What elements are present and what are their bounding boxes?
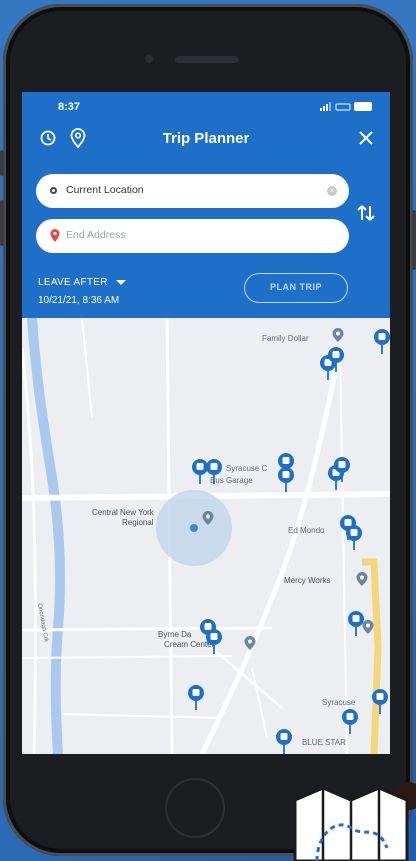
bus-stop-icon[interactable] bbox=[332, 456, 352, 482]
end-address-field[interactable]: End Address bbox=[36, 219, 349, 253]
map-pin-icon[interactable] bbox=[202, 511, 214, 525]
volume-up-button bbox=[0, 200, 4, 246]
start-location-value: Current Location bbox=[66, 184, 144, 196]
swap-icon[interactable] bbox=[355, 202, 377, 224]
poi-blue-star[interactable]: BLUE STAR bbox=[302, 738, 346, 747]
destination-pin-icon bbox=[50, 229, 60, 242]
clear-icon[interactable]: × bbox=[327, 186, 337, 196]
map-pin-icon[interactable] bbox=[356, 572, 368, 586]
page-title: Trip Planner bbox=[162, 130, 250, 147]
bus-stop-icon[interactable] bbox=[326, 346, 346, 372]
close-icon[interactable] bbox=[354, 126, 378, 150]
trip-planner-header: 8:37 Trip Planner Current Location × End… bbox=[22, 92, 390, 318]
poi-syracuse[interactable]: Syracuse bbox=[322, 698, 355, 707]
home-button[interactable] bbox=[165, 778, 225, 838]
status-bar: 8:37 bbox=[22, 92, 390, 116]
map-pin-icon[interactable] bbox=[332, 328, 344, 342]
power-button bbox=[412, 210, 416, 270]
earpiece-speaker bbox=[175, 56, 239, 63]
plan-trip-button[interactable]: PLAN TRIP bbox=[244, 273, 348, 303]
bus-stop-icon[interactable] bbox=[186, 684, 206, 710]
bus-stop-icon[interactable] bbox=[344, 524, 364, 550]
app-screen: 8:37 Trip Planner Current Location × End… bbox=[22, 92, 390, 754]
poi-ed-mondo[interactable]: Ed Mondo bbox=[288, 526, 324, 535]
map-view[interactable]: Family Dollar Syracuse C Bus Garage Cent… bbox=[22, 318, 390, 754]
poi-central-ny-regional[interactable]: Central New York bbox=[92, 508, 154, 517]
start-location-field[interactable]: Current Location × bbox=[36, 174, 349, 208]
bus-stop-icon[interactable] bbox=[372, 328, 390, 354]
map-pin-icon[interactable] bbox=[244, 636, 256, 650]
leave-datetime: 10/21/21, 8:36 AM bbox=[38, 295, 120, 306]
poi-mercy-works[interactable]: Mercy Works bbox=[284, 576, 331, 585]
front-camera bbox=[145, 55, 153, 63]
chevron-down-icon bbox=[115, 279, 126, 285]
poi-regional[interactable]: Regional bbox=[122, 518, 154, 527]
status-icons bbox=[320, 102, 372, 111]
bus-stop-icon[interactable] bbox=[340, 708, 360, 734]
poi-family-dollar[interactable]: Family Dollar bbox=[262, 334, 309, 343]
origin-dot-icon bbox=[50, 187, 57, 194]
poi-syracuse-ceo[interactable]: Syracuse C bbox=[226, 464, 267, 473]
bus-stop-icon[interactable] bbox=[276, 466, 296, 492]
leave-after-label: LEAVE AFTER bbox=[38, 277, 108, 288]
bus-stop-icon[interactable] bbox=[370, 688, 390, 714]
poi-byrne-dairy[interactable]: Byrne Da bbox=[158, 630, 191, 639]
leave-after-dropdown[interactable]: LEAVE AFTER bbox=[38, 277, 126, 288]
end-address-placeholder: End Address bbox=[66, 229, 126, 241]
bus-stop-icon[interactable] bbox=[346, 610, 366, 636]
mute-switch bbox=[0, 150, 4, 176]
status-time: 8:37 bbox=[58, 101, 81, 113]
map-roads bbox=[22, 318, 390, 754]
transit-map-logo bbox=[293, 782, 416, 861]
bus-stop-icon[interactable] bbox=[274, 728, 294, 754]
bus-stop-icon[interactable] bbox=[204, 458, 224, 484]
bus-stop-icon[interactable] bbox=[204, 628, 224, 654]
